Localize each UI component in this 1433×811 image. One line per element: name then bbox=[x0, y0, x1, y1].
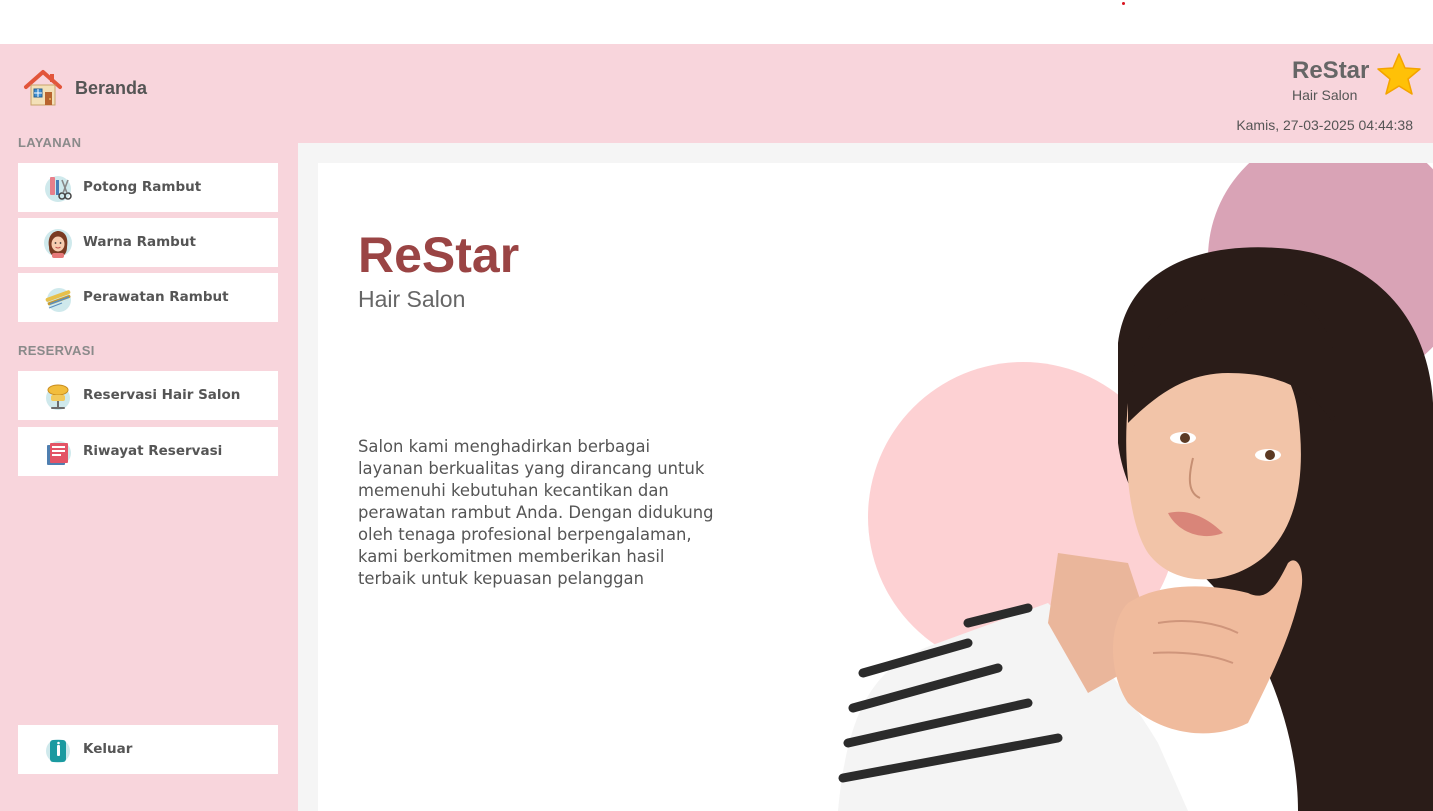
home-link[interactable]: Beranda bbox=[22, 68, 147, 108]
hero-title: ReStar bbox=[358, 227, 520, 283]
menu-label: Potong Rambut bbox=[83, 179, 202, 195]
menu-warna-rambut[interactable]: Warna Rambut bbox=[18, 218, 278, 267]
top-blank-strip bbox=[0, 0, 1433, 44]
hero-card: ReStar Hair Salon Salon kami menghadirka… bbox=[318, 163, 1433, 811]
hair-cutting-icon bbox=[45, 176, 72, 202]
app-window: Beranda ReStar Hair Salon Kamis, 27-03-2… bbox=[0, 44, 1433, 811]
salon-chair-icon bbox=[46, 384, 70, 410]
history-book-icon bbox=[47, 441, 71, 465]
section-label-reservasi: RESERVASI bbox=[18, 343, 95, 358]
menu-riwayat-reservasi[interactable]: Riwayat Reservasi bbox=[18, 427, 278, 476]
hair-color-icon bbox=[44, 229, 72, 258]
hero-woman-image bbox=[838, 247, 1433, 811]
menu-label: Riwayat Reservasi bbox=[83, 443, 223, 459]
brand-block: ReStar Hair Salon bbox=[1292, 56, 1369, 104]
menu-potong-rambut[interactable]: Potong Rambut bbox=[18, 163, 278, 212]
menu-reservasi-hair-salon[interactable]: Reservasi Hair Salon bbox=[18, 371, 278, 420]
datetime-display: Kamis, 27-03-2025 04:44:38 bbox=[1236, 117, 1413, 133]
star-icon bbox=[1377, 53, 1421, 95]
section-label-layanan: LAYANAN bbox=[18, 135, 82, 150]
brand-subtitle: Hair Salon bbox=[1292, 87, 1358, 103]
red-dot-marker bbox=[1122, 2, 1125, 5]
menu-label: Keluar bbox=[83, 741, 133, 757]
menu-perawatan-rambut[interactable]: Perawatan Rambut bbox=[18, 273, 278, 322]
home-label: Beranda bbox=[75, 77, 148, 98]
hair-treatment-icon bbox=[45, 288, 71, 312]
brand-name: ReStar bbox=[1292, 57, 1370, 84]
content-area: ReStar Hair Salon Salon kami menghadirka… bbox=[298, 143, 1433, 811]
menu-label: Warna Rambut bbox=[83, 234, 196, 250]
logout-door-icon bbox=[46, 739, 70, 763]
menu-label: Perawatan Rambut bbox=[83, 289, 229, 305]
hero-description: Salon kami menghadirkan berbagai layanan… bbox=[358, 437, 714, 588]
logout-button[interactable]: Keluar bbox=[18, 725, 278, 774]
hero-subtitle: Hair Salon bbox=[358, 286, 466, 312]
menu-label: Reservasi Hair Salon bbox=[83, 387, 241, 403]
house-icon bbox=[24, 70, 62, 106]
